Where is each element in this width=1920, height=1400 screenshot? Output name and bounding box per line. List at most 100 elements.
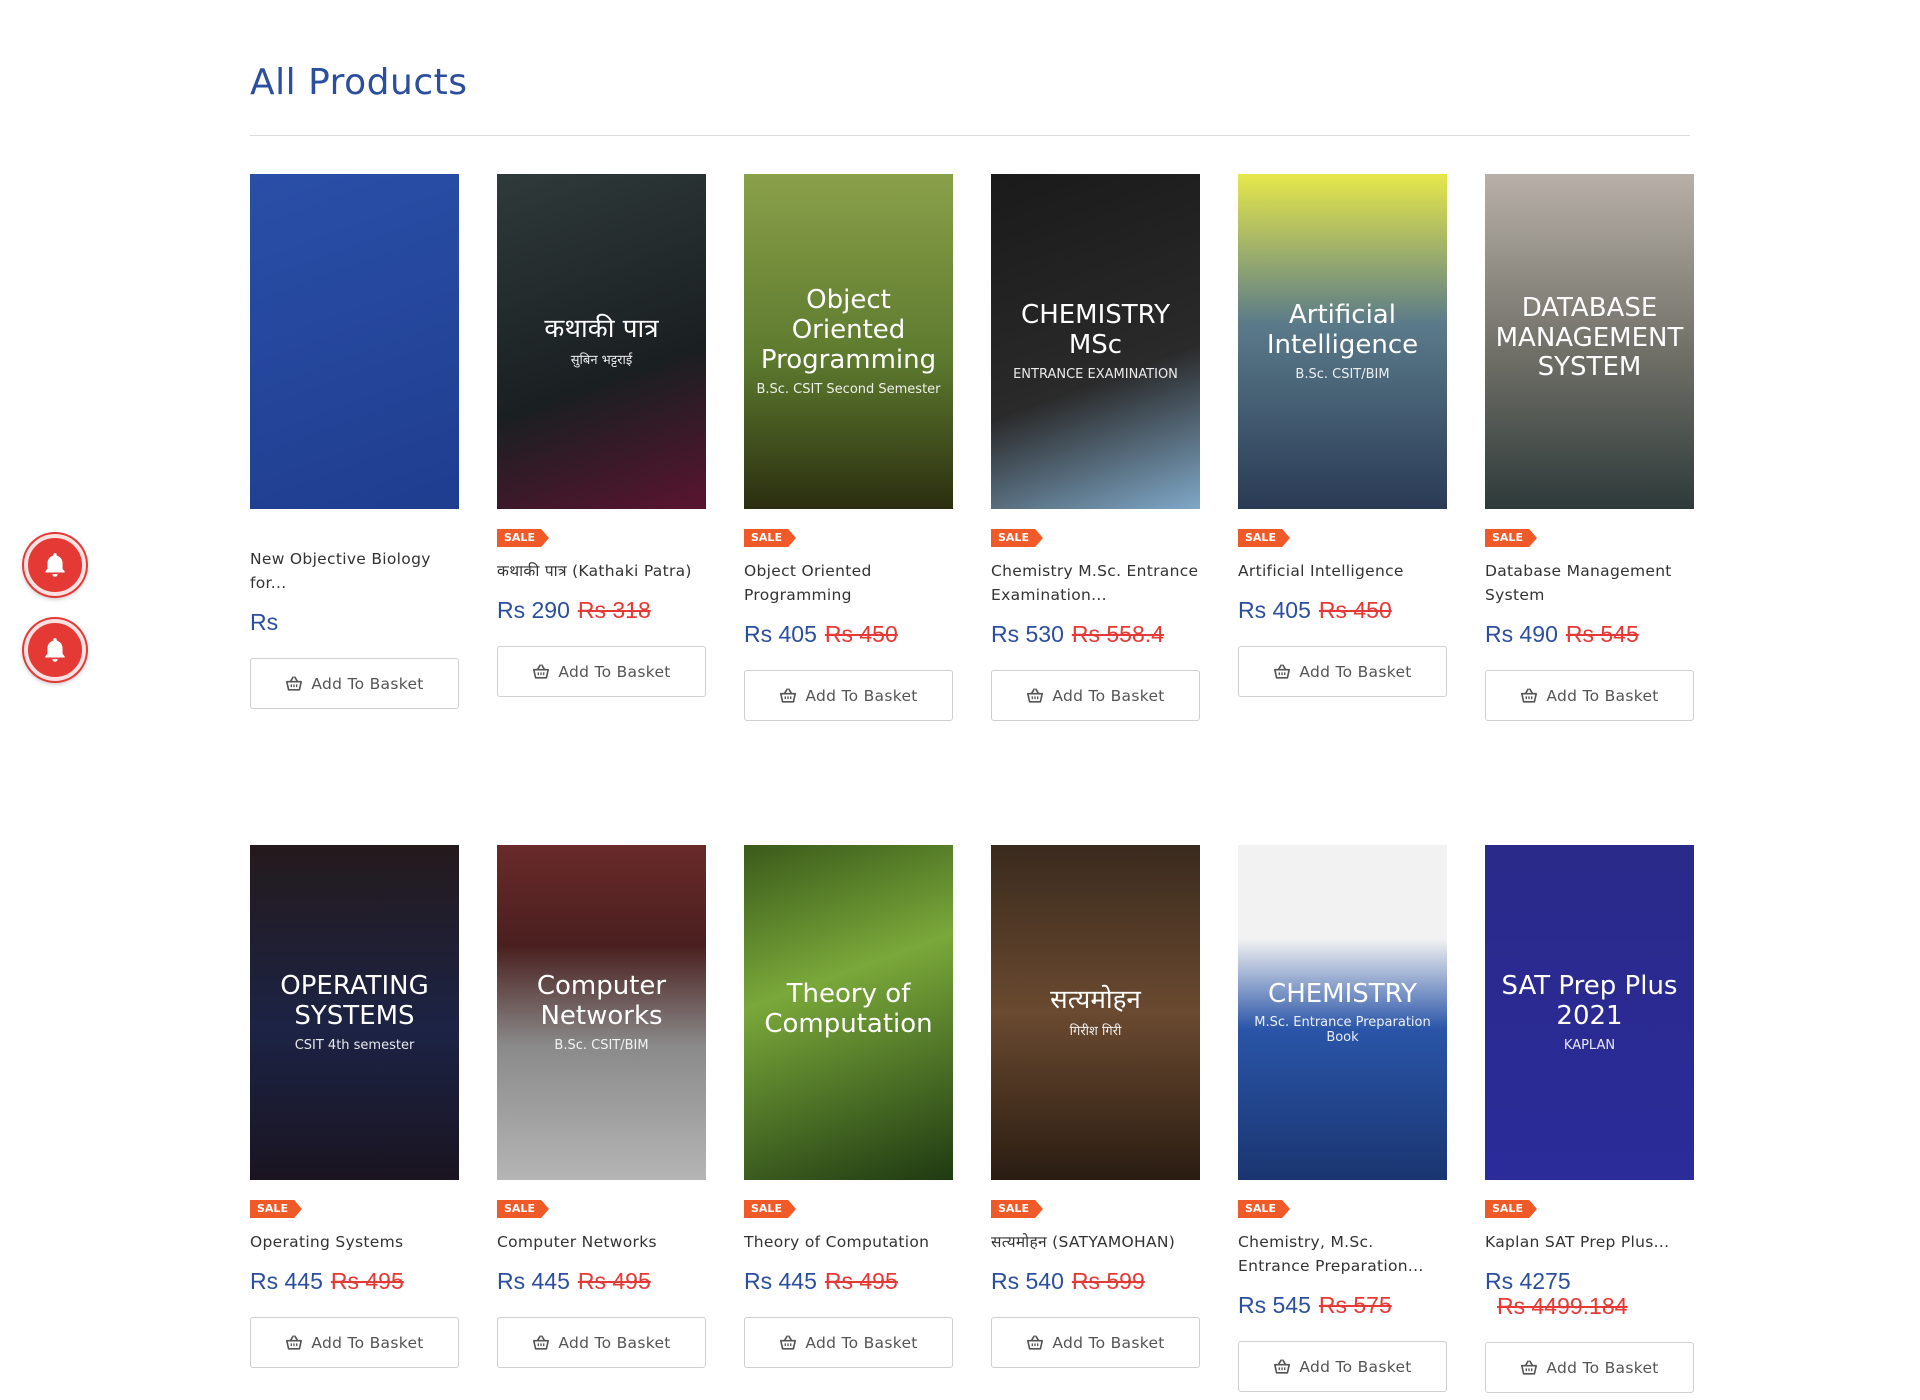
original-price: Rs 450 <box>824 621 898 647</box>
add-to-basket-label: Add To Basket <box>311 674 424 693</box>
product-card[interactable]: कथाकी पात्र सुबिन भट्टराई SALE कथाकी पात्र … <box>497 174 706 697</box>
product-name[interactable]: Chemistry M.Sc. Entrance Examination... <box>991 559 1200 607</box>
product-card[interactable]: Theory of Computation SALE Theory of Compu… <box>744 845 953 1368</box>
original-price: Rs 495 <box>330 1268 404 1294</box>
product-price-block: Rs <box>250 609 459 636</box>
add-to-basket-button[interactable]: Add To Basket <box>1485 670 1694 721</box>
product-cover-image[interactable]: DATABASE MANAGEMENT SYSTEM <box>1485 174 1694 509</box>
cover-subtitle: सुबिन भट्टराई <box>570 353 633 369</box>
product-name[interactable]: Operating Systems <box>250 1230 459 1254</box>
basket-icon <box>779 1335 797 1350</box>
product-cover-image[interactable]: सत्यमोहन गिरीश गिरी <box>991 845 1200 1180</box>
product-price-block: Rs 490 Rs 545 <box>1485 621 1694 648</box>
notification-bell-button-2[interactable] <box>24 619 86 681</box>
product-price-block: Rs 445 Rs 495 <box>250 1268 459 1295</box>
cover-title: Artificial Intelligence <box>1266 300 1419 360</box>
add-to-basket-button[interactable]: Add To Basket <box>1485 1342 1694 1393</box>
current-price: Rs 290 <box>497 597 570 623</box>
basket-icon <box>532 1335 550 1350</box>
product-name[interactable]: Kaplan SAT Prep Plus... <box>1485 1230 1694 1254</box>
sale-badge: SALE <box>1238 1200 1290 1218</box>
product-name[interactable]: Computer Networks <box>497 1230 706 1254</box>
current-price: Rs 445 <box>250 1268 323 1294</box>
product-cover-image[interactable]: CHEMISTRY MSc ENTRANCE EXAMINATION <box>991 174 1200 509</box>
cover-subtitle: गिरीश गिरी <box>1069 1024 1122 1040</box>
product-cover-image[interactable]: Computer Networks B.Sc. CSIT/BIM <box>497 845 706 1180</box>
add-to-basket-button[interactable]: Add To Basket <box>991 670 1200 721</box>
add-to-basket-button[interactable]: Add To Basket <box>1238 646 1447 697</box>
product-name[interactable]: Object Oriented Programming <box>744 559 953 607</box>
add-to-basket-button[interactable]: Add To Basket <box>991 1317 1200 1368</box>
product-name[interactable]: सत्यमोहन (SATYAMOHAN) <box>991 1230 1200 1254</box>
product-price-block: Rs 540 Rs 599 <box>991 1268 1200 1295</box>
page-title: All Products <box>250 62 468 103</box>
sale-badge: SALE <box>744 529 796 547</box>
product-name[interactable]: कथाकी पात्र (Kathaki Patra) <box>497 559 706 583</box>
product-name[interactable]: Database Management System <box>1485 559 1694 607</box>
cover-subtitle: M.Sc. Entrance Preparation Book <box>1254 1015 1431 1046</box>
product-price-block: Rs 290 Rs 318 <box>497 597 706 624</box>
product-card[interactable]: OPERATING SYSTEMS CSIT 4th semester SALE Op… <box>250 845 459 1368</box>
sale-badge: SALE <box>1485 1200 1537 1218</box>
add-to-basket-button[interactable]: Add To Basket <box>744 670 953 721</box>
add-to-basket-button[interactable]: Add To Basket <box>497 1317 706 1368</box>
product-name[interactable]: Theory of Computation <box>744 1230 953 1254</box>
add-to-basket-button[interactable]: Add To Basket <box>497 646 706 697</box>
add-to-basket-button[interactable]: Add To Basket <box>1238 1341 1447 1392</box>
cover-title: DATABASE MANAGEMENT SYSTEM <box>1495 292 1684 383</box>
add-to-basket-button[interactable]: Add To Basket <box>744 1317 953 1368</box>
product-cover-image[interactable]: Theory of Computation <box>744 845 953 1180</box>
product-name[interactable]: Artificial Intelligence <box>1238 559 1447 583</box>
add-to-basket-label: Add To Basket <box>1052 686 1165 705</box>
original-price: Rs 4499.184 <box>1497 1293 1628 1319</box>
product-price-block: Rs 4275 Rs 4499.184 <box>1485 1268 1694 1320</box>
product-card[interactable]: CHEMISTRY MSc ENTRANCE EXAMINATION SALE Che… <box>991 174 1200 721</box>
product-card[interactable]: DATABASE MANAGEMENT SYSTEM SALE Database M… <box>1485 174 1694 721</box>
basket-icon <box>532 664 550 679</box>
basket-icon <box>285 676 303 691</box>
product-card[interactable]: SALENew Objective Biology for...RsAdd To… <box>250 174 459 709</box>
cover-subtitle: B.Sc. CSIT/BIM <box>554 1037 649 1053</box>
product-cover-image[interactable] <box>250 174 459 509</box>
add-to-basket-button[interactable]: Add To Basket <box>250 658 459 709</box>
product-cover-image[interactable]: Object Oriented Programming B.Sc. CSIT Se… <box>744 174 953 509</box>
current-price: Rs 4275 <box>1485 1268 1571 1294</box>
product-name[interactable]: New Objective Biology for... <box>250 547 459 595</box>
original-price: Rs 558.4 <box>1071 621 1164 647</box>
sale-badge: SALE <box>991 529 1043 547</box>
cover-subtitle: CSIT 4th semester <box>294 1037 415 1053</box>
product-card[interactable]: SAT Prep Plus 2021 KAPLAN SALE Kaplan SAT P… <box>1485 845 1694 1393</box>
product-card[interactable]: सत्यमोहन गिरीश गिरी SALE सत्यमोहन (SATYAMOH… <box>991 845 1200 1368</box>
add-to-basket-label: Add To Basket <box>805 686 918 705</box>
product-cover-image[interactable]: कथाकी पात्र सुबिन भट्टराई <box>497 174 706 509</box>
product-cover-image[interactable]: OPERATING SYSTEMS CSIT 4th semester <box>250 845 459 1180</box>
product-name[interactable]: Chemistry, M.Sc. Entrance Preparation... <box>1238 1230 1447 1278</box>
product-card[interactable]: Artificial Intelligence B.Sc. CSIT/BIM SAL… <box>1238 174 1447 697</box>
add-to-basket-button[interactable]: Add To Basket <box>250 1317 459 1368</box>
bell-icon <box>45 553 65 577</box>
product-cover-image[interactable]: CHEMISTRY M.Sc. Entrance Preparation Book <box>1238 845 1447 1180</box>
product-cover-image[interactable]: Artificial Intelligence B.Sc. CSIT/BIM <box>1238 174 1447 509</box>
original-price: Rs 599 <box>1071 1268 1145 1294</box>
basket-icon <box>1026 1335 1044 1350</box>
product-card[interactable]: CHEMISTRY M.Sc. Entrance Preparation Book… <box>1238 845 1447 1392</box>
product-price-block: Rs 530 Rs 558.4 <box>991 621 1200 648</box>
basket-icon <box>779 688 797 703</box>
product-price-block: Rs 445 Rs 495 <box>744 1268 953 1295</box>
basket-icon <box>1520 688 1538 703</box>
bell-icon <box>45 638 65 662</box>
current-price: Rs 530 <box>991 621 1064 647</box>
notification-bell-button[interactable] <box>24 534 86 596</box>
product-cover-image[interactable]: SAT Prep Plus 2021 KAPLAN <box>1485 845 1694 1180</box>
title-divider <box>250 135 1690 136</box>
cover-title: सत्यमोहन <box>1050 984 1141 1015</box>
product-card[interactable]: Object Oriented Programming B.Sc. CSIT Se… <box>744 174 953 721</box>
current-price: Rs 405 <box>1238 597 1311 623</box>
cover-subtitle: ENTRANCE EXAMINATION <box>1013 366 1178 382</box>
sale-badge: SALE <box>1485 529 1537 547</box>
product-price-block: Rs 545 Rs 575 <box>1238 1292 1447 1319</box>
product-card[interactable]: Computer Networks B.Sc. CSIT/BIM SALE Compu… <box>497 845 706 1368</box>
sale-badge: SALE <box>497 1200 549 1218</box>
sale-badge: SALE <box>991 1200 1043 1218</box>
sale-badge: SALE <box>744 1200 796 1218</box>
